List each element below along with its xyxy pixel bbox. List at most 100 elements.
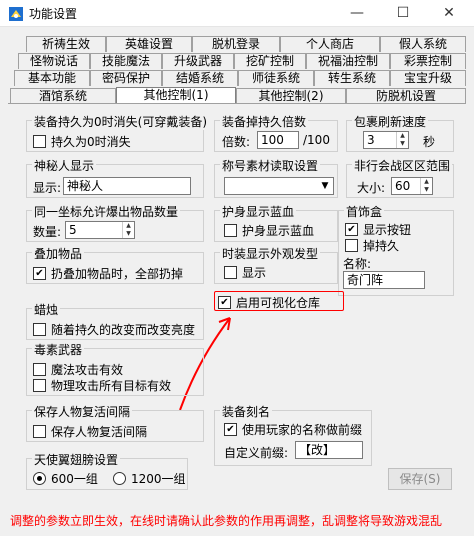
- group-jewelry-box-legend: 首饰盒: [344, 203, 385, 220]
- fashion-hair-checkbox-label: 显示: [242, 266, 267, 280]
- group-guild-range: 非行会战区区范围 大小: 60 ▲ ▼: [346, 157, 454, 198]
- candle-checkbox-box[interactable]: [33, 323, 46, 336]
- stepper-arrows-icon[interactable]: ▲ ▼: [122, 222, 134, 238]
- radio-unselected-icon[interactable]: [113, 472, 126, 485]
- tab-skill-magic[interactable]: 技能魔法: [90, 53, 162, 69]
- group-stack-legend: 叠加物品: [32, 245, 85, 262]
- tab-mining[interactable]: 挖矿控制: [234, 53, 306, 69]
- group-wings-legend: 天使翼翅膀设置: [32, 451, 121, 468]
- group-revive-legend: 保存人物复活间隔: [32, 403, 133, 420]
- maximize-button[interactable]: ☐: [380, 0, 426, 27]
- tab-password[interactable]: 密码保护: [90, 70, 162, 86]
- mystery-input[interactable]: 神秘人: [63, 177, 191, 195]
- revive-checkbox-box[interactable]: [33, 425, 46, 438]
- tab-hero[interactable]: 英雄设置: [106, 36, 192, 52]
- poison-physical-checkbox-box[interactable]: [33, 379, 46, 392]
- chevron-down-icon[interactable]: ▼: [317, 178, 333, 194]
- tab-mentor[interactable]: 师徒系统: [238, 70, 314, 86]
- tab-basic[interactable]: 基本功能: [14, 70, 90, 86]
- group-durability: 装备持久为0时消失(可穿戴装备) 持久为0时消失: [26, 113, 209, 152]
- wings-option-600[interactable]: 600一组: [33, 470, 98, 487]
- stack-checkbox-label: 扔叠加物品时，全部扔掉: [51, 267, 184, 281]
- group-title-read: 称号素材读取设置 ▼: [214, 157, 338, 198]
- protect-mp-checkbox[interactable]: 护身显示蓝血: [224, 222, 314, 239]
- app-icon: [9, 7, 23, 21]
- drop-durability-input[interactable]: 100: [257, 131, 299, 149]
- bag-refresh-suffix: 秒: [423, 135, 436, 149]
- radio-selected-icon[interactable]: [33, 472, 46, 485]
- poison-physical-checkbox[interactable]: 物理攻击所有目标有效: [33, 377, 171, 394]
- checkmark-icon[interactable]: ✔: [33, 267, 46, 280]
- jewelry-durability-checkbox[interactable]: 掉持久: [345, 237, 399, 254]
- group-bag-refresh-legend: 包裹刷新速度: [352, 113, 429, 130]
- group-fashion-hair: 时装显示外观发型 显示: [214, 245, 338, 284]
- guild-range-stepper[interactable]: 60 ▲ ▼: [391, 177, 433, 195]
- stepper-arrows-icon[interactable]: ▲ ▼: [420, 178, 432, 194]
- durability-checkbox[interactable]: 持久为0时消失: [33, 133, 131, 150]
- group-drop-durability: 装备掉持久倍数 倍数: 100 /100: [214, 113, 338, 152]
- group-fashion-hair-legend: 时装显示外观发型: [220, 245, 321, 262]
- tab-upgrade-weapon[interactable]: 升级武器: [162, 53, 234, 69]
- group-drop-count: 同一坐标允许爆出物品数量 数量: 5 ▲ ▼: [26, 203, 204, 242]
- stepper-arrows-icon[interactable]: ▲ ▼: [396, 132, 408, 148]
- group-poison-weapon: 毒素武器 魔法攻击有效 物理攻击所有目标有效: [26, 341, 204, 396]
- engrave-checkbox[interactable]: ✔ 使用玩家的名称做前缀: [224, 421, 362, 438]
- group-title-read-legend: 称号素材读取设置: [220, 157, 321, 174]
- durability-checkbox-box[interactable]: [33, 135, 46, 148]
- wings-option-1200[interactable]: 1200一组: [113, 470, 186, 487]
- engrave-prefix-input[interactable]: 【改】: [295, 441, 363, 459]
- group-drop-durability-legend: 装备掉持久倍数: [220, 113, 309, 130]
- tab-monster-talk[interactable]: 怪物说话: [18, 53, 90, 69]
- wings-option-1200-label: 1200一组: [131, 472, 186, 486]
- poison-magic-checkbox[interactable]: 魔法攻击有效: [33, 361, 123, 378]
- protect-mp-checkbox-box[interactable]: [224, 224, 237, 237]
- tab-offline-login[interactable]: 脱机登录: [192, 36, 280, 52]
- checkmark-icon[interactable]: ✔: [224, 423, 237, 436]
- group-mystery: 神秘人显示 显示: 神秘人: [26, 157, 204, 198]
- tab-anti-offline[interactable]: 防脱机设置: [346, 88, 466, 104]
- bag-refresh-value: 3: [367, 133, 375, 147]
- tab-marriage[interactable]: 结婚系统: [162, 70, 238, 86]
- stack-checkbox[interactable]: ✔ 扔叠加物品时，全部扔掉: [33, 265, 183, 282]
- jewelry-durability-label: 掉持久: [363, 239, 400, 253]
- save-button[interactable]: 保存(S): [388, 468, 452, 490]
- tab-other-2[interactable]: 其他控制(2): [236, 88, 346, 104]
- group-stack: 叠加物品 ✔ 扔叠加物品时，全部扔掉: [26, 245, 204, 284]
- tab-prayer[interactable]: 祈祷生效: [26, 36, 106, 52]
- jewelry-name-input[interactable]: 奇门阵: [343, 271, 425, 289]
- engrave-prefix-label: 自定义前缀:: [224, 446, 289, 460]
- candle-checkbox-label: 随着持久的改变而改变亮度: [51, 323, 196, 337]
- close-button[interactable]: ✕: [426, 0, 472, 27]
- tab-pet-upgrade[interactable]: 宝宝升级: [390, 70, 466, 86]
- minimize-button[interactable]: —: [334, 0, 380, 27]
- drop-durability-suffix: /100: [303, 133, 330, 147]
- jewelry-show-button-checkbox[interactable]: ✔ 显示按钮: [345, 221, 411, 238]
- drop-count-label: 数量:: [33, 225, 62, 239]
- group-durability-legend: 装备持久为0时消失(可穿戴装备): [32, 113, 209, 130]
- group-poison-weapon-legend: 毒素武器: [32, 341, 85, 358]
- checkmark-icon[interactable]: ✔: [345, 223, 358, 236]
- tab-rebirth[interactable]: 转生系统: [314, 70, 390, 86]
- drop-durability-label: 倍数:: [222, 135, 251, 149]
- tab-tavern[interactable]: 酒馆系统: [10, 88, 116, 104]
- poison-magic-checkbox-box[interactable]: [33, 363, 46, 376]
- tab-bless-oil[interactable]: 祝福油控制: [306, 53, 390, 69]
- group-protect-mp-legend: 护身显示蓝血: [220, 203, 297, 220]
- revive-checkbox-label: 保存人物复活间隔: [51, 425, 148, 439]
- group-protect-mp: 护身显示蓝血 护身显示蓝血: [214, 203, 338, 242]
- bag-refresh-stepper[interactable]: 3 ▲ ▼: [363, 131, 409, 149]
- tab-lottery[interactable]: 彩票控制: [390, 53, 466, 69]
- jewelry-durability-checkbox-box[interactable]: [345, 239, 358, 252]
- group-engrave: 装备刻名 ✔ 使用玩家的名称做前缀 自定义前缀: 【改】: [214, 403, 372, 466]
- fashion-hair-checkbox[interactable]: 显示: [224, 264, 266, 281]
- revive-checkbox[interactable]: 保存人物复活间隔: [33, 423, 147, 440]
- group-wings: 天使翼翅膀设置 600一组 1200一组: [26, 451, 188, 490]
- tab-personal-shop[interactable]: 个人商店: [280, 36, 380, 52]
- drop-count-stepper[interactable]: 5 ▲ ▼: [65, 221, 135, 239]
- title-read-select[interactable]: ▼: [224, 177, 334, 195]
- guild-range-value: 60: [395, 179, 411, 193]
- fashion-hair-checkbox-box[interactable]: [224, 266, 237, 279]
- candle-checkbox[interactable]: 随着持久的改变而改变亮度: [33, 321, 195, 338]
- tab-bot-system[interactable]: 假人系统: [380, 36, 466, 52]
- title-bar: 功能设置 — ☐ ✕: [0, 0, 474, 27]
